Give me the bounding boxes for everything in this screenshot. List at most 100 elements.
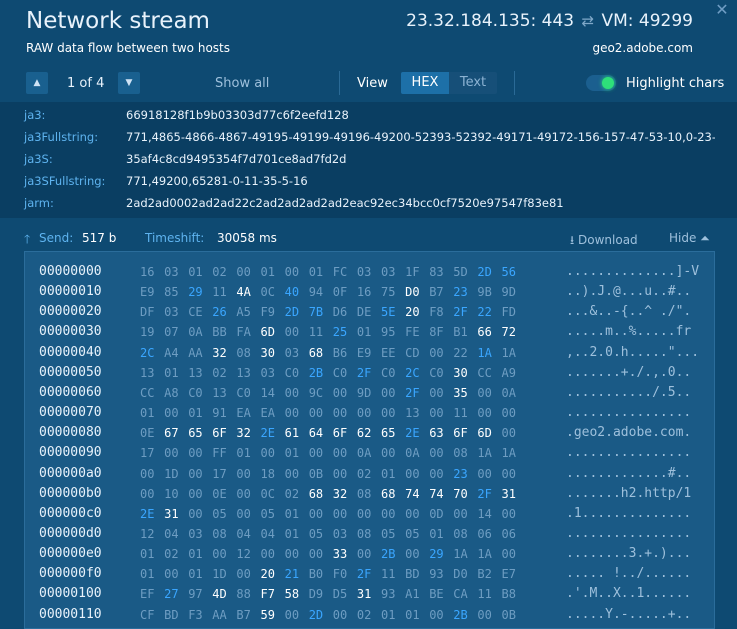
hex-byte[interactable]: 68 (309, 346, 323, 360)
hex-byte[interactable]: 08 (453, 527, 467, 541)
hex-byte[interactable]: 00 (140, 487, 154, 501)
hex-byte[interactable]: 2B (381, 547, 395, 561)
hex-byte[interactable]: BB (212, 325, 226, 339)
hex-byte[interactable]: 00 (405, 547, 419, 561)
hex-byte[interactable]: C0 (429, 366, 443, 380)
hex-byte[interactable]: 56 (502, 265, 516, 279)
hex-byte[interactable]: B2 (477, 567, 491, 581)
hex-byte[interactable]: 00 (333, 406, 347, 420)
hex-byte[interactable]: 03 (164, 265, 178, 279)
hex-byte[interactable]: 11 (477, 587, 491, 601)
hex-byte[interactable]: 1A (477, 547, 491, 561)
hex-byte[interactable]: B7 (236, 608, 250, 622)
hex-byte[interactable]: 2B (453, 608, 467, 622)
hex-byte[interactable]: 05 (309, 527, 323, 541)
hex-byte[interactable]: 70 (453, 487, 467, 501)
hex-byte[interactable]: 01 (188, 567, 202, 581)
hex-byte[interactable]: 00 (164, 567, 178, 581)
hex-byte[interactable]: 61 (285, 426, 299, 440)
hex-byte[interactable]: 00 (285, 265, 299, 279)
hex-byte[interactable]: 05 (405, 527, 419, 541)
hex-byte[interactable]: 31 (164, 507, 178, 521)
hex-byte[interactable]: 00 (188, 507, 202, 521)
hex-byte[interactable]: 00 (236, 487, 250, 501)
hex-byte[interactable]: 01 (140, 547, 154, 561)
hex-byte[interactable]: 00 (502, 507, 516, 521)
hex-byte[interactable]: 12 (236, 547, 250, 561)
hex-byte[interactable]: 03 (261, 366, 275, 380)
hex-byte[interactable]: 03 (357, 265, 371, 279)
hex-byte[interactable]: 01 (285, 527, 299, 541)
download-button[interactable]: ⭳ Download (570, 231, 638, 252)
hex-byte[interactable]: C0 (285, 366, 299, 380)
hex-byte[interactable]: 00 (357, 507, 371, 521)
hex-byte[interactable]: 2E (140, 507, 154, 521)
hex-byte[interactable]: 00 (261, 547, 275, 561)
hex-byte[interactable]: C0 (333, 366, 347, 380)
hex-byte[interactable]: 1D (164, 467, 178, 481)
hex-byte[interactable]: 75 (381, 285, 395, 299)
hex-byte[interactable]: 13 (140, 366, 154, 380)
hex-byte[interactable]: B1 (453, 325, 467, 339)
hex-view-tab[interactable]: HEX (401, 72, 449, 94)
hex-byte[interactable]: 01 (381, 608, 395, 622)
hex-byte[interactable]: 2E (261, 426, 275, 440)
hex-byte[interactable]: DE (357, 305, 371, 319)
hex-byte[interactable]: 00 (285, 406, 299, 420)
hex-byte[interactable]: EE (381, 346, 395, 360)
hex-byte[interactable]: 00 (477, 608, 491, 622)
hex-byte[interactable]: A5 (236, 305, 250, 319)
hex-byte[interactable]: BD (405, 567, 419, 581)
hex-byte[interactable]: 00 (381, 386, 395, 400)
hex-byte[interactable]: C0 (188, 386, 202, 400)
hex-byte[interactable]: 66 (477, 325, 491, 339)
hex-byte[interactable]: 5D (453, 265, 467, 279)
hex-byte[interactable]: 14 (477, 507, 491, 521)
hex-byte[interactable]: 31 (502, 487, 516, 501)
hex-byte[interactable]: 93 (429, 567, 443, 581)
hex-byte[interactable]: 00 (285, 547, 299, 561)
hex-byte[interactable]: 02 (212, 265, 226, 279)
hex-byte[interactable]: 63 (429, 426, 443, 440)
hex-byte[interactable]: 00 (333, 467, 347, 481)
hex-byte[interactable]: EA (261, 406, 275, 420)
hex-byte[interactable]: 00 (140, 467, 154, 481)
hex-byte[interactable]: 01 (285, 507, 299, 521)
hex-byte[interactable]: BE (429, 587, 443, 601)
hex-byte[interactable]: 00 (236, 507, 250, 521)
hex-byte[interactable]: 00 (381, 507, 395, 521)
hex-byte[interactable]: 18 (261, 467, 275, 481)
hex-byte[interactable]: 00 (188, 467, 202, 481)
hex-byte[interactable]: 1A (502, 346, 516, 360)
hex-byte[interactable]: 72 (502, 325, 516, 339)
hex-byte[interactable]: 00 (429, 467, 443, 481)
hex-byte[interactable]: D9 (309, 587, 323, 601)
hex-byte[interactable]: 0F (333, 285, 347, 299)
hex-byte[interactable]: EA (236, 406, 250, 420)
hex-byte[interactable]: 00 (405, 467, 419, 481)
hex-byte[interactable]: 21 (285, 567, 299, 581)
hex-byte[interactable]: 04 (164, 527, 178, 541)
hex-byte[interactable]: 26 (212, 305, 226, 319)
hex-byte[interactable]: CC (140, 386, 154, 400)
hex-byte[interactable]: 0A (405, 446, 419, 460)
hex-byte[interactable]: 8F (429, 325, 443, 339)
hex-byte[interactable]: 68 (381, 487, 395, 501)
hex-byte[interactable]: 74 (429, 487, 443, 501)
hex-byte[interactable]: 00 (453, 507, 467, 521)
hex-byte[interactable]: 00 (429, 386, 443, 400)
hex-byte[interactable]: 14 (261, 386, 275, 400)
hex-byte[interactable]: 9C (309, 386, 323, 400)
hex-byte[interactable]: 6F (453, 426, 467, 440)
hex-byte[interactable]: 93 (381, 587, 395, 601)
hex-byte[interactable]: 04 (261, 527, 275, 541)
hex-byte[interactable]: 35 (453, 386, 467, 400)
hex-byte[interactable]: E7 (502, 567, 516, 581)
hex-byte[interactable]: 74 (405, 487, 419, 501)
hex-byte[interactable]: 00 (285, 608, 299, 622)
hex-byte[interactable]: 0C (261, 285, 275, 299)
hex-byte[interactable]: 13 (405, 406, 419, 420)
hex-byte[interactable]: 27 (164, 587, 178, 601)
hide-button[interactable]: Hide ⏶ (669, 231, 710, 246)
hex-byte[interactable]: 4D (212, 587, 226, 601)
